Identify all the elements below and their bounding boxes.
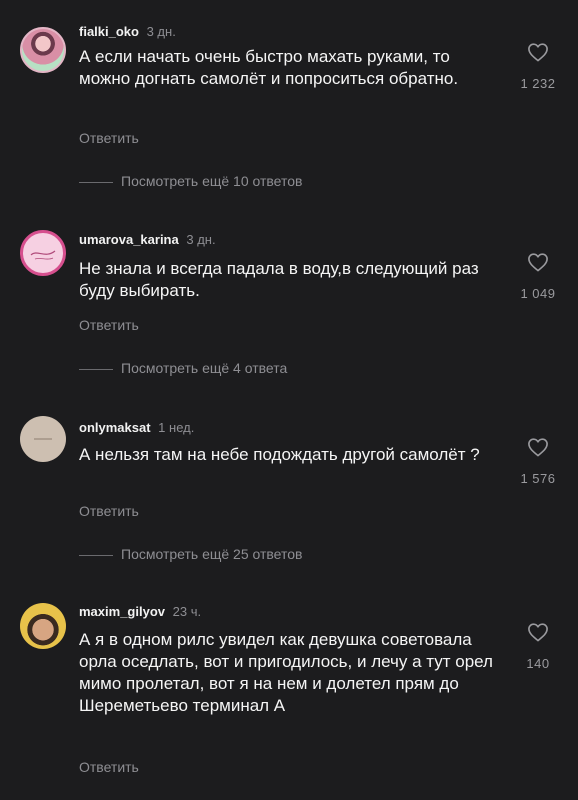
divider-line	[79, 368, 113, 370]
heart-outline-icon[interactable]	[527, 622, 549, 642]
comment-text: А нельзя там на небе подождать другой са…	[79, 445, 480, 464]
comment-text: А если начать очень быстро махать руками…	[79, 47, 459, 88]
reply-button[interactable]: Ответить	[79, 317, 139, 333]
reply-button[interactable]: Ответить	[79, 503, 139, 519]
beige-logo-icon	[34, 438, 52, 440]
like-count: 1 576	[520, 471, 556, 486]
timestamp: 3 дн.	[186, 232, 216, 247]
username[interactable]: umarova_karina	[79, 232, 179, 247]
username[interactable]: fialki_oko	[79, 24, 139, 39]
reply-button[interactable]: Ответить	[79, 759, 139, 775]
heart-outline-icon[interactable]	[527, 252, 549, 272]
timestamp: 3 дн.	[146, 24, 176, 39]
timestamp: 1 нед.	[158, 420, 195, 435]
heart-outline-icon[interactable]	[527, 437, 549, 457]
like-count: 1 049	[520, 286, 556, 301]
view-replies-button[interactable]: Посмотреть ещё 4 ответа	[79, 360, 287, 376]
like-count: 1 232	[520, 76, 556, 91]
view-replies-label: Посмотреть ещё 4 ответа	[121, 360, 288, 376]
divider-line	[79, 181, 113, 183]
like-count: 140	[526, 656, 550, 671]
avatar[interactable]	[20, 27, 66, 73]
timestamp: 23 ч.	[172, 604, 202, 619]
comment-meta: onlymaksat 1 нед.	[79, 420, 194, 436]
comment-meta: fialki_oko 3 дн.	[79, 24, 176, 40]
view-replies-button[interactable]: Посмотреть ещё 25 ответов	[79, 546, 302, 562]
like-button[interactable]: 140	[508, 622, 568, 671]
comment-text: А я в одном рилс увидел как девушка сове…	[79, 630, 493, 715]
view-replies-button[interactable]: Посмотреть ещё 10 ответов	[79, 173, 302, 189]
view-replies-label: Посмотреть ещё 25 ответов	[121, 546, 303, 562]
comment-meta: maxim_gilyov 23 ч.	[79, 604, 201, 620]
username[interactable]: onlymaksat	[79, 420, 151, 435]
comment-meta: umarova_karina 3 дн.	[79, 232, 216, 248]
like-button[interactable]: 1 576	[508, 437, 568, 486]
divider-line	[79, 554, 113, 556]
username[interactable]: maxim_gilyov	[79, 604, 165, 619]
avatar[interactable]	[20, 603, 66, 649]
signature-logo-icon	[30, 250, 56, 260]
like-button[interactable]: 1 232	[508, 42, 568, 91]
like-button[interactable]: 1 049	[508, 252, 568, 301]
heart-outline-icon[interactable]	[527, 42, 549, 62]
avatar[interactable]	[20, 230, 66, 276]
comment-text: Не знала и всегда падала в воду,в следую…	[79, 259, 479, 300]
reply-button[interactable]: Ответить	[79, 130, 139, 146]
view-replies-label: Посмотреть ещё 10 ответов	[121, 173, 303, 189]
avatar[interactable]	[20, 416, 66, 462]
